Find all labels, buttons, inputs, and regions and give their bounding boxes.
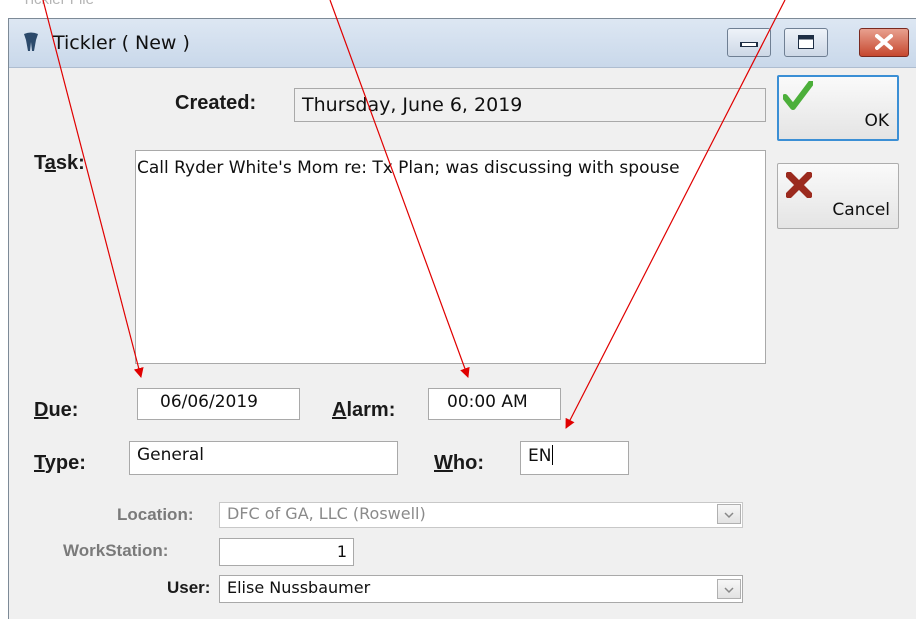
minimize-button[interactable]: [727, 28, 771, 57]
task-textarea[interactable]: Call Ryder White's Mom re: Tx Plan; was …: [135, 150, 766, 364]
alarm-label: Alarm:: [332, 399, 396, 421]
maximize-button[interactable]: [784, 28, 828, 57]
user-dropdown-button[interactable]: [717, 579, 741, 599]
type-field[interactable]: General: [129, 441, 398, 475]
alarm-time-field[interactable]: 00:00 AM: [428, 388, 561, 420]
tickler-dialog: Tickler ( New ) Created: Thursday, June …: [8, 18, 916, 619]
title-bar[interactable]: Tickler ( New ): [9, 19, 916, 68]
location-dropdown[interactable]: DFC of GA, LLC (Roswell): [219, 502, 743, 528]
text-cursor: [552, 445, 554, 465]
x-mark-icon: [786, 172, 812, 198]
form-area: Created: Thursday, June 6, 2019 Task: Ca…: [25, 68, 775, 619]
chevron-down-icon: [724, 587, 734, 594]
ok-button[interactable]: OK: [777, 75, 899, 141]
due-label: Due:: [34, 399, 79, 421]
due-date-field[interactable]: 06/06/2019: [137, 388, 300, 420]
workstation-field[interactable]: 1: [219, 538, 354, 566]
chevron-down-icon: [724, 512, 734, 519]
window-title: Tickler ( New ): [53, 32, 190, 54]
maximize-icon: [798, 35, 814, 49]
checkmark-icon: [783, 81, 813, 110]
ok-label: OK: [864, 111, 889, 131]
tooth-icon: [24, 32, 38, 51]
created-label: Created:: [175, 92, 257, 114]
location-label: Location:: [117, 505, 194, 524]
who-field[interactable]: EN: [520, 441, 629, 475]
cancel-button[interactable]: Cancel: [777, 163, 899, 229]
user-dropdown[interactable]: Elise Nussbaumer: [219, 575, 743, 603]
background-window-title: Tickler File: [22, 0, 94, 8]
close-icon: [875, 34, 893, 50]
who-label: Who:: [434, 452, 484, 474]
cancel-label: Cancel: [832, 200, 890, 220]
task-label: Task:: [34, 152, 85, 174]
close-button[interactable]: [859, 28, 909, 57]
user-label: User:: [167, 578, 211, 597]
minimize-icon: [740, 42, 758, 47]
type-label: Type:: [34, 452, 86, 474]
location-dropdown-button[interactable]: [717, 504, 741, 524]
created-field: Thursday, June 6, 2019: [294, 88, 766, 122]
workstation-label: WorkStation:: [63, 541, 169, 560]
